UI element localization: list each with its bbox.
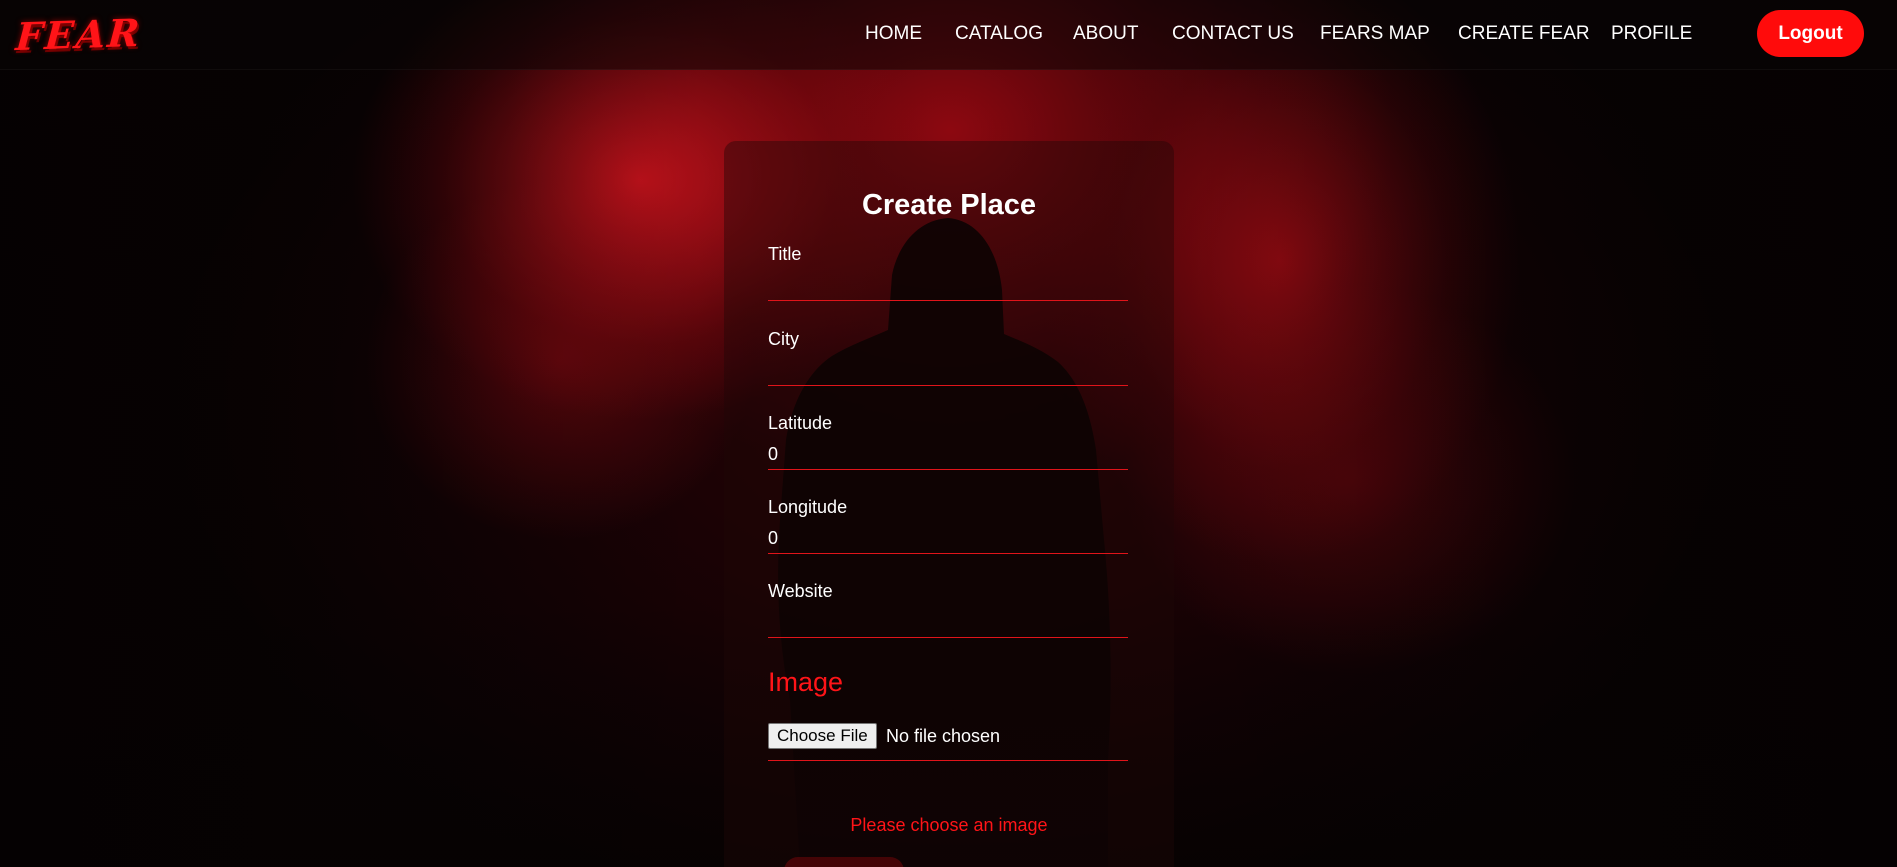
nav-home[interactable]: HOME: [865, 23, 922, 45]
city-label: City: [768, 329, 799, 349]
longitude-label: Longitude: [768, 497, 848, 517]
file-status-text: No file chosen: [886, 726, 1001, 746]
website-field: Website: [768, 581, 1128, 638]
top-navbar: FEAR HOME CATALOG ABOUT CONTACT US FEARS…: [0, 0, 1897, 70]
nav-fears-map[interactable]: FEARS MAP: [1320, 23, 1430, 45]
nav-links: HOME CATALOG ABOUT CONTACT US FEARS MAP …: [0, 0, 1897, 70]
nav-about[interactable]: ABOUT: [1073, 23, 1138, 45]
nav-contact-us[interactable]: CONTACT US: [1172, 23, 1294, 45]
title-label: Title: [768, 244, 802, 264]
form-title: Create Place: [861, 189, 1037, 221]
title-field: Title: [768, 244, 1128, 301]
latitude-field: Latitude: [768, 413, 1128, 470]
submit-button[interactable]: [784, 857, 904, 867]
logout-button[interactable]: Logout: [1757, 10, 1864, 57]
city-field: City: [768, 329, 1128, 386]
image-error-message: Please choose an image: [850, 815, 1048, 835]
create-place-form: Create Place Title City Latitude Longitu…: [724, 141, 1174, 867]
choose-file-button[interactable]: Choose File: [768, 723, 877, 749]
nav-profile[interactable]: PROFILE: [1611, 23, 1692, 45]
nav-create-fear[interactable]: CREATE FEAR: [1458, 23, 1590, 45]
title-input[interactable]: [768, 271, 1128, 301]
longitude-field: Longitude: [768, 497, 1128, 554]
image-heading: Image: [768, 667, 844, 697]
website-label: Website: [768, 581, 833, 601]
city-input[interactable]: [768, 356, 1128, 386]
longitude-input[interactable]: [768, 524, 1128, 554]
image-file-picker: Choose File No file chosen: [768, 721, 1128, 761]
latitude-input[interactable]: [768, 440, 1128, 470]
website-input[interactable]: [768, 608, 1128, 638]
latitude-label: Latitude: [768, 413, 833, 433]
nav-catalog[interactable]: CATALOG: [955, 23, 1043, 45]
